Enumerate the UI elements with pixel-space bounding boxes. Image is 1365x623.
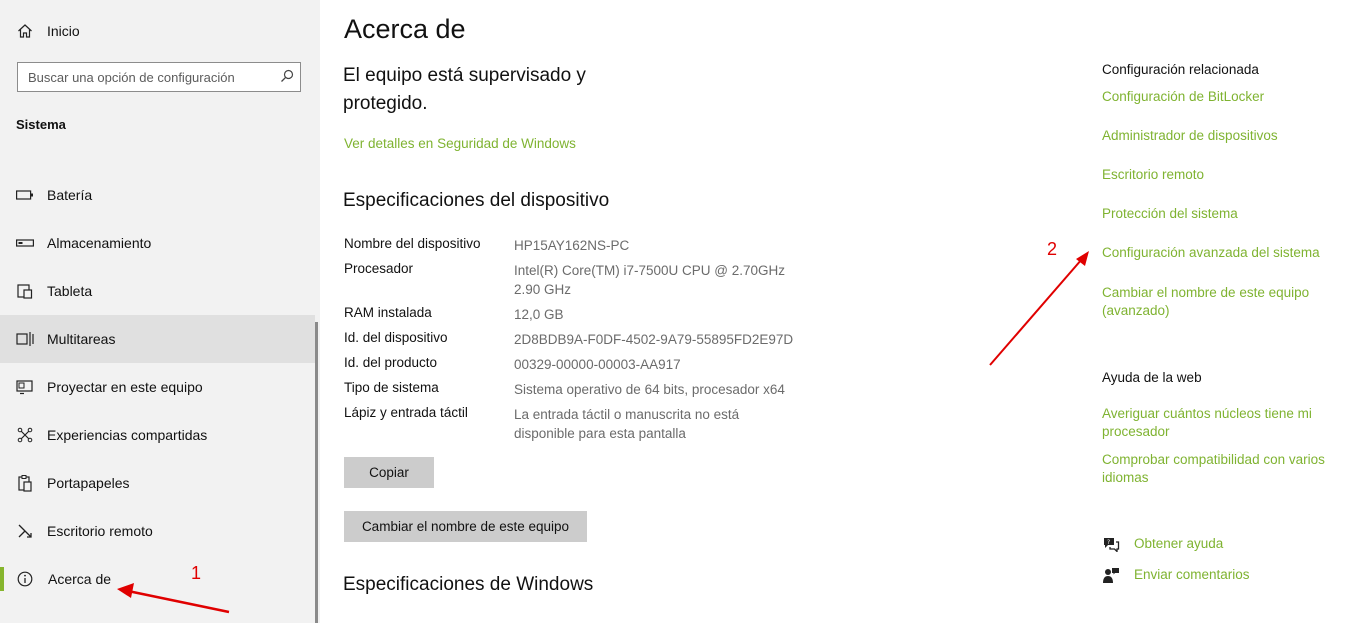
spec-value: Sistema operativo de 64 bits, procesador… <box>514 382 785 397</box>
sidebar-item-clipboard[interactable]: Portapapeles <box>0 459 315 507</box>
spec-key: RAM instalada <box>344 305 432 320</box>
home-nav-item[interactable]: Inicio <box>0 7 315 55</box>
rename-pc-advanced-link[interactable]: Cambiar el nombre de este equipo (avanza… <box>1102 284 1327 320</box>
selected-indicator <box>0 567 4 591</box>
copy-button[interactable]: Copiar <box>344 457 434 488</box>
advanced-system-settings-link[interactable]: Configuración avanzada del sistema <box>1102 244 1352 262</box>
bitlocker-link[interactable]: Configuración de BitLocker <box>1102 88 1352 106</box>
sidebar-item-label: Batería <box>47 187 93 203</box>
storage-icon <box>16 234 34 252</box>
remote-desktop-link[interactable]: Escritorio remoto <box>1102 166 1352 184</box>
project-icon <box>16 378 34 396</box>
info-icon <box>16 570 34 588</box>
spec-value: 00329-00000-00003-AA917 <box>514 357 681 372</box>
search-input[interactable]: Buscar una opción de configuración <box>17 62 301 92</box>
home-icon <box>16 22 34 40</box>
sidebar-item-label: Escritorio remoto <box>47 523 153 539</box>
sidebar-item-label: Proyectar en este equipo <box>47 379 203 395</box>
annotation-marker-2: 2 <box>1047 239 1058 259</box>
spec-key: Tipo de sistema <box>344 380 439 395</box>
language-compat-link[interactable]: Comprobar compatibilidad con varios idio… <box>1102 451 1347 487</box>
sidebar-item-label: Portapapeles <box>47 475 130 491</box>
tablet-icon <box>16 282 34 300</box>
protection-status: El equipo está supervisado y protegido. <box>343 65 586 114</box>
cores-help-link[interactable]: Averiguar cuántos núcleos tiene mi proce… <box>1102 405 1347 441</box>
spec-key: Id. del dispositivo <box>344 330 448 345</box>
rename-pc-button[interactable]: Cambiar el nombre de este equipo <box>344 511 587 542</box>
spec-key: Nombre del dispositivo <box>344 236 481 251</box>
spec-key: Lápiz y entrada táctil <box>344 405 468 420</box>
page-title: Acerca de <box>344 14 466 44</box>
web-help-title: Ayuda de la web <box>1102 370 1202 385</box>
battery-icon <box>16 186 34 204</box>
sidebar-item-label: Multitareas <box>47 331 116 347</box>
sidebar-item-multitasking[interactable]: Multitareas <box>0 315 315 363</box>
spec-value: La entrada táctil o manuscrita no está d… <box>514 407 740 441</box>
spec-key: Id. del producto <box>344 355 438 370</box>
related-settings-title: Configuración relacionada <box>1102 62 1259 77</box>
spec-key: Procesador <box>344 261 414 276</box>
system-protection-link[interactable]: Protección del sistema <box>1102 205 1352 223</box>
clipboard-icon <box>16 474 34 492</box>
spec-value: Intel(R) Core(TM) i7-7500U CPU @ 2.70GHz… <box>514 263 786 297</box>
feedback-link[interactable]: Enviar comentarios <box>1134 567 1250 582</box>
sidebar-item-battery[interactable]: Batería <box>0 171 315 219</box>
security-details-link[interactable]: Ver detalles en Seguridad de Windows <box>344 136 576 151</box>
device-specs-heading: Especificaciones del dispositivo <box>343 190 610 211</box>
search-icon[interactable] <box>280 69 294 88</box>
multitasking-icon <box>16 330 34 348</box>
shared-experiences-icon <box>16 426 34 444</box>
svg-text:?: ? <box>1107 539 1110 546</box>
sidebar-item-project[interactable]: Proyectar en este equipo <box>0 363 315 411</box>
sidebar-item-tablet[interactable]: Tableta <box>0 267 315 315</box>
remote-desktop-icon <box>16 522 34 540</box>
section-label: Sistema <box>16 117 66 132</box>
sidebar-item-label: Tableta <box>47 283 93 299</box>
spec-value: 2D8BDB9A-F0DF-4502-9A79-55895FD2E97D <box>514 332 794 347</box>
chat-help-icon: ? <box>1102 536 1120 557</box>
search-placeholder: Buscar una opción de configuración <box>28 70 235 85</box>
annotation-arrow-2 <box>989 251 1089 366</box>
spec-value: HP15AY162NS-PC <box>514 238 630 253</box>
get-help-link[interactable]: Obtener ayuda <box>1134 536 1223 551</box>
sidebar-item-label: Experiencias compartidas <box>47 427 208 443</box>
sidebar-scrollbar[interactable] <box>315 322 318 623</box>
sidebar-item-label: Acerca de <box>48 571 112 587</box>
sidebar-item-label: Almacenamiento <box>47 235 152 251</box>
windows-specs-heading: Especificaciones de Windows <box>343 574 594 595</box>
annotation-marker-1: 1 <box>191 563 202 583</box>
feedback-icon <box>1102 567 1120 588</box>
sidebar: Inicio Buscar una opción de configuració… <box>0 0 320 623</box>
device-manager-link[interactable]: Administrador de dispositivos <box>1102 127 1352 145</box>
sidebar-item-storage[interactable]: Almacenamiento <box>0 219 315 267</box>
spec-value: 12,0 GB <box>514 307 564 322</box>
home-label: Inicio <box>47 23 80 39</box>
sidebar-item-remote-desktop[interactable]: Escritorio remoto <box>0 507 315 555</box>
sidebar-item-about[interactable]: Acerca de <box>0 555 315 603</box>
sidebar-item-shared-experiences[interactable]: Experiencias compartidas <box>0 411 315 459</box>
